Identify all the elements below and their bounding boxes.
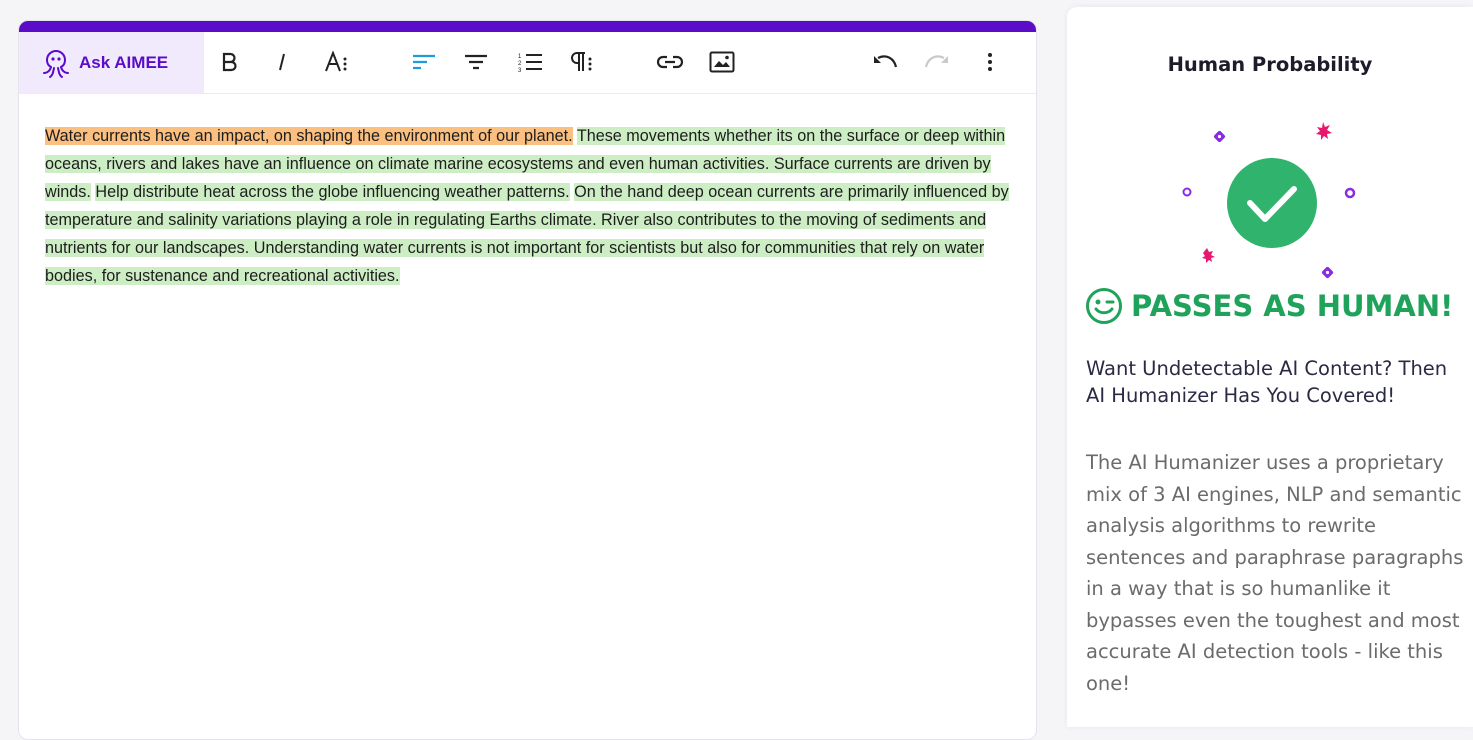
- image-icon: [709, 51, 735, 73]
- paragraph-icon: [569, 51, 595, 73]
- italic-icon: [275, 52, 289, 72]
- octopus-icon: [41, 47, 71, 79]
- paragraph-button[interactable]: [567, 47, 597, 77]
- editor-accent-bar: [19, 21, 1036, 32]
- text-editor: Ask AIMEE 123: [18, 20, 1037, 740]
- redo-button[interactable]: [922, 47, 952, 77]
- bold-icon: [221, 52, 239, 72]
- svg-text:3: 3: [518, 68, 522, 72]
- image-button[interactable]: [707, 47, 737, 77]
- verdict-text: PASSES AS HUMAN!: [1131, 289, 1453, 323]
- numbered-list-button[interactable]: 123: [515, 47, 545, 77]
- success-check-graphic: [1177, 117, 1367, 282]
- ask-aimee-label: Ask AIMEE: [79, 53, 168, 73]
- align-center-icon: [464, 53, 488, 71]
- bold-button[interactable]: [215, 47, 245, 77]
- svg-text:1: 1: [518, 54, 522, 60]
- font-size-icon: [324, 51, 350, 73]
- verdict-badge: PASSES AS HUMAN!: [1085, 287, 1473, 325]
- font-size-button[interactable]: [322, 47, 352, 77]
- svg-text:2: 2: [518, 61, 522, 67]
- result-panel: Human Probability PASSES AS HUMAN! Want …: [1067, 7, 1473, 727]
- redo-icon: [924, 54, 950, 70]
- link-button[interactable]: [655, 47, 685, 77]
- align-left-icon: [412, 53, 436, 71]
- link-icon: [656, 54, 684, 70]
- wink-smiley-icon: [1085, 287, 1123, 325]
- italic-button[interactable]: [267, 47, 297, 77]
- promo-heading: Want Undetectable AI Content? Then AI Hu…: [1086, 355, 1456, 409]
- text-segment-human: Help distribute heat across the globe in…: [95, 183, 569, 201]
- promo-body: The AI Humanizer uses a proprietary mix …: [1086, 447, 1466, 699]
- more-icon: [987, 52, 993, 72]
- undo-button[interactable]: [870, 47, 900, 77]
- align-center-button[interactable]: [461, 47, 491, 77]
- undo-icon: [872, 54, 898, 70]
- more-options-button[interactable]: [975, 47, 1005, 77]
- align-left-button[interactable]: [409, 47, 439, 77]
- editor-content[interactable]: Water currents have an impact, on shapin…: [45, 122, 1010, 290]
- panel-title: Human Probability: [1067, 53, 1473, 76]
- text-segment-ai: Water currents have an impact, on shapin…: [45, 127, 573, 145]
- numbered-list-icon: 123: [517, 52, 543, 72]
- ask-aimee-button[interactable]: Ask AIMEE: [19, 32, 204, 93]
- editor-toolbar: Ask AIMEE 123: [19, 32, 1036, 94]
